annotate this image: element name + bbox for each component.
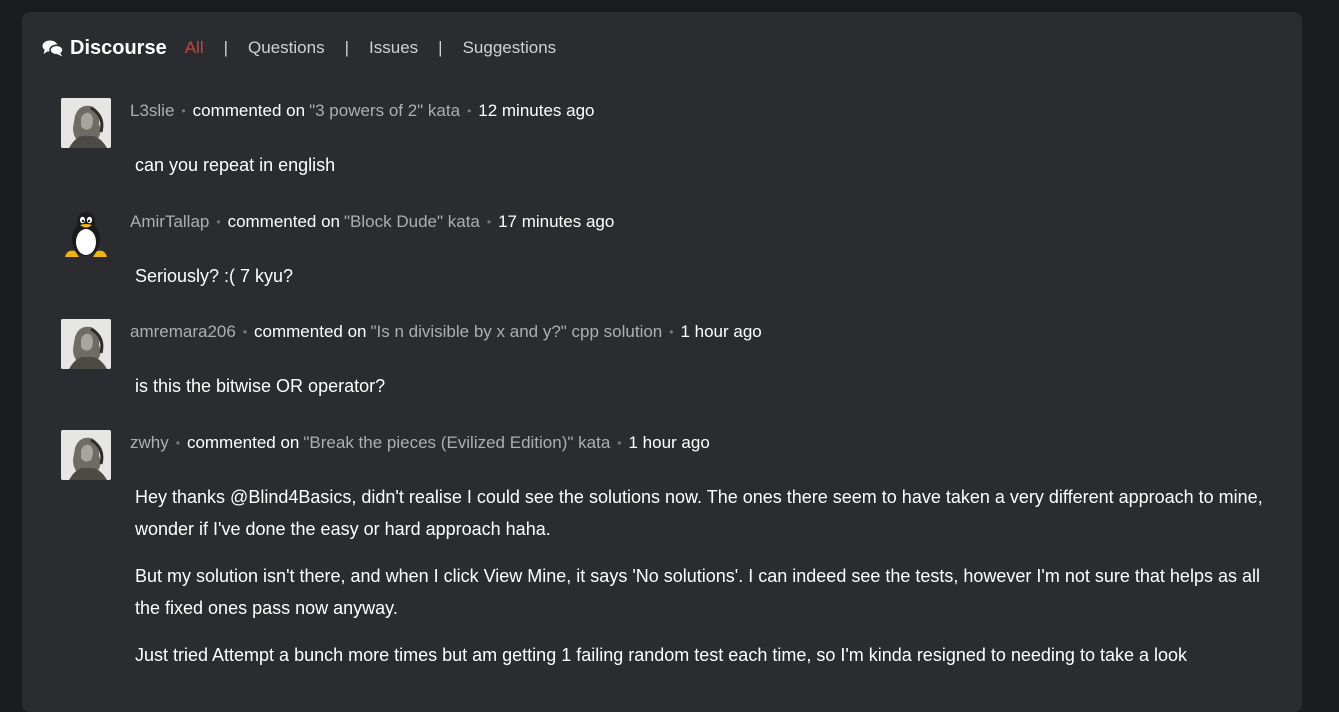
comment-body: Seriously? :( 7 kyu? [135, 260, 1280, 307]
user-avatar[interactable] [61, 430, 111, 480]
comment-action: commented on [227, 212, 341, 231]
comment-username[interactable]: AmirTallap [130, 212, 209, 232]
dot-separator: • [486, 215, 492, 229]
dot-separator: • [216, 215, 221, 229]
comment-time: 1 hour ago [628, 433, 710, 452]
comment-action: commented on [254, 322, 367, 341]
comment-paragraph: Hey thanks @Blind4Basics, didn't realise… [135, 487, 1263, 539]
dot-separator: • [175, 436, 180, 450]
comment-body: can you repeat in english [135, 149, 1280, 196]
dot-separator: • [669, 325, 674, 339]
user-avatar[interactable] [61, 319, 111, 369]
comment-body: Hey thanks @Blind4Basics, didn't realise… [135, 481, 1280, 686]
comment-username[interactable]: L3slie [130, 101, 174, 121]
separator: | [438, 38, 443, 57]
comment-target-link[interactable]: "Is n divisible by x and y?" cpp solutio… [370, 322, 662, 342]
comment-username[interactable]: amremara206 [130, 322, 236, 342]
comment-meta: zwhy • commented on "Break the pieces (E… [130, 430, 710, 456]
comment-action: commented on [186, 433, 300, 452]
bw-photo-avatar-icon [61, 319, 111, 369]
user-avatar[interactable] [61, 209, 111, 259]
filter-issues[interactable]: Issues [369, 38, 418, 58]
comment-paragraph: can you repeat in english [135, 155, 336, 175]
dot-separator: • [181, 104, 186, 118]
comment-username[interactable]: zwhy [130, 433, 169, 453]
user-avatar[interactable] [61, 98, 111, 148]
discourse-header: Discourse All | Questions | Issues | Sug… [42, 36, 556, 60]
separator: | [223, 38, 229, 57]
comment-action: commented on [192, 101, 306, 120]
discourse-brand: Discourse [42, 37, 167, 60]
discourse-panel: Discourse All | Questions | Issues | Sug… [22, 12, 1302, 712]
dot-separator: • [242, 325, 248, 339]
brand-label: Discourse [70, 36, 167, 59]
filter-questions[interactable]: Questions [248, 38, 325, 58]
comment-paragraph: is this the bitwise OR operator? [135, 376, 386, 396]
comment-time: 17 minutes ago [498, 212, 615, 231]
comment-meta: amremara206 • commented on "Is n divisib… [130, 319, 762, 345]
comment-body: is this the bitwise OR operator? [135, 370, 1280, 417]
comment-time: 1 hour ago [680, 322, 762, 341]
dot-separator: • [467, 104, 472, 118]
comment-target-link[interactable]: "Block Dude" kata [344, 212, 480, 232]
filter-suggestions[interactable]: Suggestions [463, 38, 557, 58]
comment-time: 12 minutes ago [478, 101, 595, 120]
bw-photo-avatar-icon [61, 430, 111, 480]
comment-meta: L3slie • commented on "3 powers of 2" ka… [130, 98, 595, 124]
comment-target-link[interactable]: "3 powers of 2" kata [309, 101, 460, 121]
dot-separator: • [617, 436, 622, 450]
bw-photo-avatar-icon [61, 98, 111, 148]
comment-paragraph: But my solution isn't there, and when I … [135, 566, 1260, 618]
comment-paragraph: Seriously? :( 7 kyu? [135, 266, 294, 286]
filter-all[interactable]: All [185, 38, 204, 58]
comment-target-link[interactable]: "Break the pieces (Evilized Edition)" ka… [303, 433, 610, 453]
separator: | [344, 38, 350, 57]
comment-paragraph: Just tried Attempt a bunch more times bu… [135, 645, 1188, 665]
penguin-avatar-icon [61, 209, 111, 259]
comments-icon [42, 40, 64, 57]
comment-meta: AmirTallap • commented on "Block Dude" k… [130, 209, 614, 235]
